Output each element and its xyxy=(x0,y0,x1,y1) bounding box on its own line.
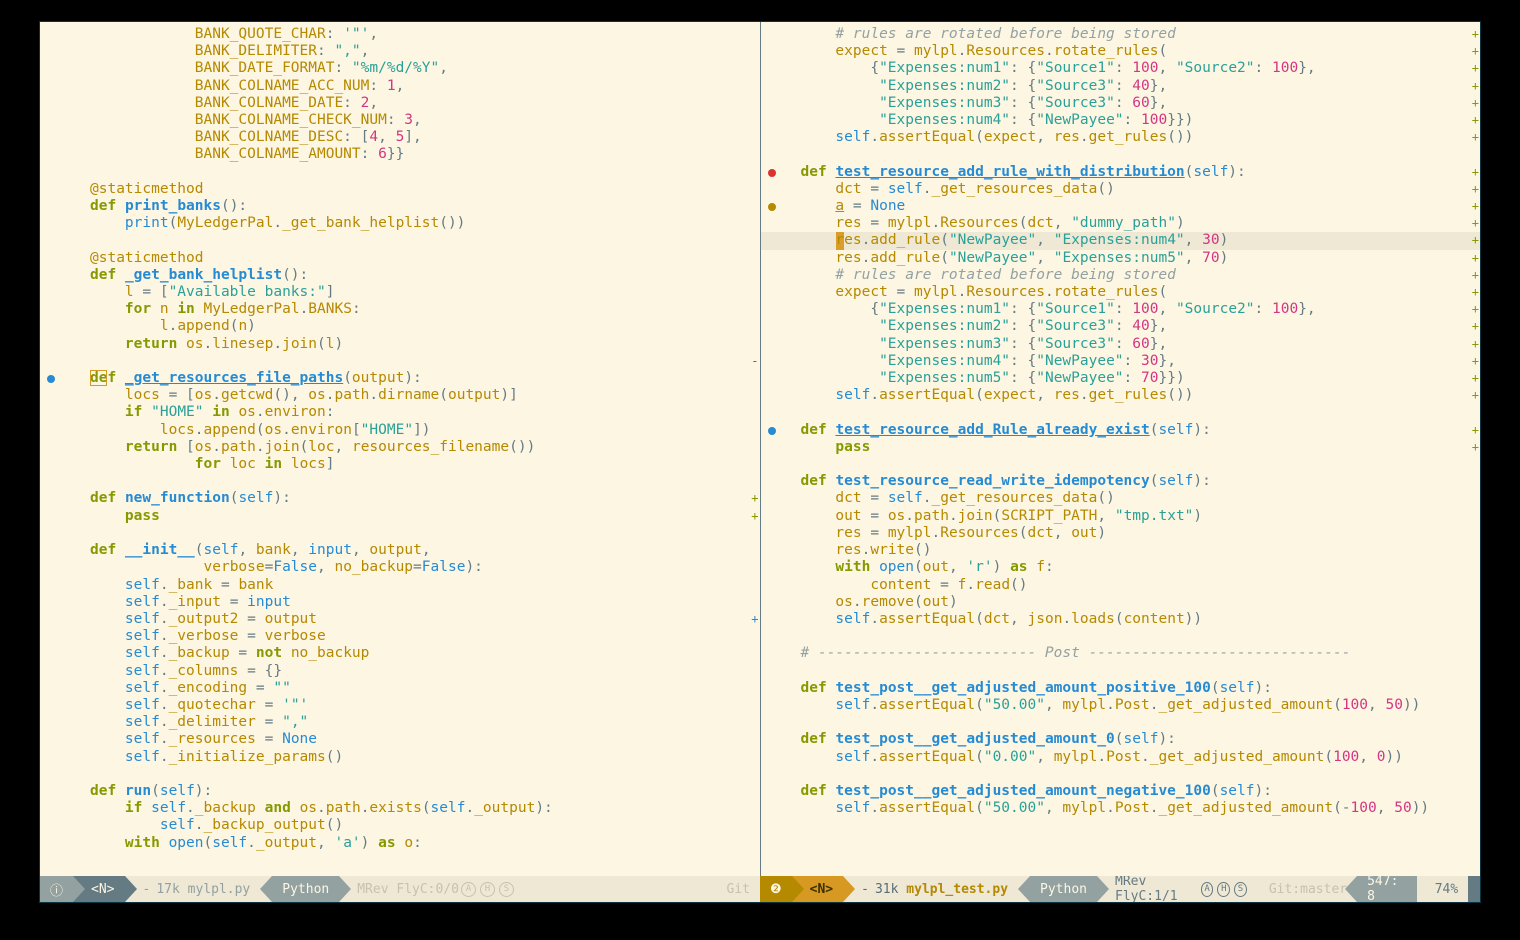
left-window[interactable]: BANK_QUOTE_CHAR: '"', BANK_DELIMITER: ",… xyxy=(40,22,761,876)
circle-a-icon: A xyxy=(1201,882,1214,897)
minor-modes: MRev FlyC:1/1 A H S xyxy=(1097,876,1259,902)
vcs-info: Git xyxy=(717,876,760,902)
emacs-frame: BANK_QUOTE_CHAR: '"', BANK_DELIMITER: ",… xyxy=(40,22,1480,902)
circle-s-icon: S xyxy=(499,882,514,897)
vcs-info: Git:master xyxy=(1259,876,1357,902)
buffer-info: - 17k mylpl.py xyxy=(125,876,261,902)
minor-modes: MRev FlyC:0/0 A H S xyxy=(339,876,526,902)
scroll-indicator xyxy=(1468,876,1480,902)
line-col: 547: 8 xyxy=(1357,876,1417,902)
win-number-badge: ⓘ xyxy=(40,876,73,902)
left-gutter xyxy=(40,22,66,876)
right-code-area[interactable]: # rules are rotated before being stored … xyxy=(801,26,1481,817)
buffer-name: mylpl.py xyxy=(188,882,251,897)
left-code-area[interactable]: BANK_QUOTE_CHAR: '"', BANK_DELIMITER: ",… xyxy=(90,26,760,852)
window-split: BANK_QUOTE_CHAR: '"', BANK_DELIMITER: ",… xyxy=(40,22,1480,876)
circle-s-icon: S xyxy=(1234,882,1247,897)
right-window[interactable]: # rules are rotated before being stored … xyxy=(761,22,1481,876)
modelines: ⓘ <N> - 17k mylpl.py Python MRev FlyC:0/… xyxy=(40,876,1480,902)
circle-h-icon: H xyxy=(1217,882,1230,897)
modified-indicator: - xyxy=(861,882,869,897)
buffer-name: mylpl_test.py xyxy=(906,882,1008,897)
modeline-left[interactable]: ⓘ <N> - 17k mylpl.py Python MRev FlyC:0/… xyxy=(40,876,760,902)
major-mode[interactable]: Python xyxy=(1030,876,1097,902)
buffer-info: - 31k mylpl_test.py xyxy=(843,876,1018,902)
major-mode[interactable]: Python xyxy=(272,876,339,902)
modeline-right[interactable]: ❷ <N> - 31k mylpl_test.py Python MRev Fl… xyxy=(760,876,1480,902)
info-icon: ⓘ xyxy=(50,880,63,899)
info-icon: ❷ xyxy=(770,882,782,897)
circle-h-icon: H xyxy=(480,882,495,897)
modified-indicator: - xyxy=(143,882,151,897)
right-gutter xyxy=(761,22,787,876)
scroll-percent: 74% xyxy=(1417,876,1468,902)
right-right-fringe: +++++++++++++++++++++++ xyxy=(1470,22,1480,876)
win-number-badge: ❷ xyxy=(760,876,792,902)
left-right-fringe: -+++ xyxy=(750,22,760,876)
circle-a-icon: A xyxy=(461,882,476,897)
